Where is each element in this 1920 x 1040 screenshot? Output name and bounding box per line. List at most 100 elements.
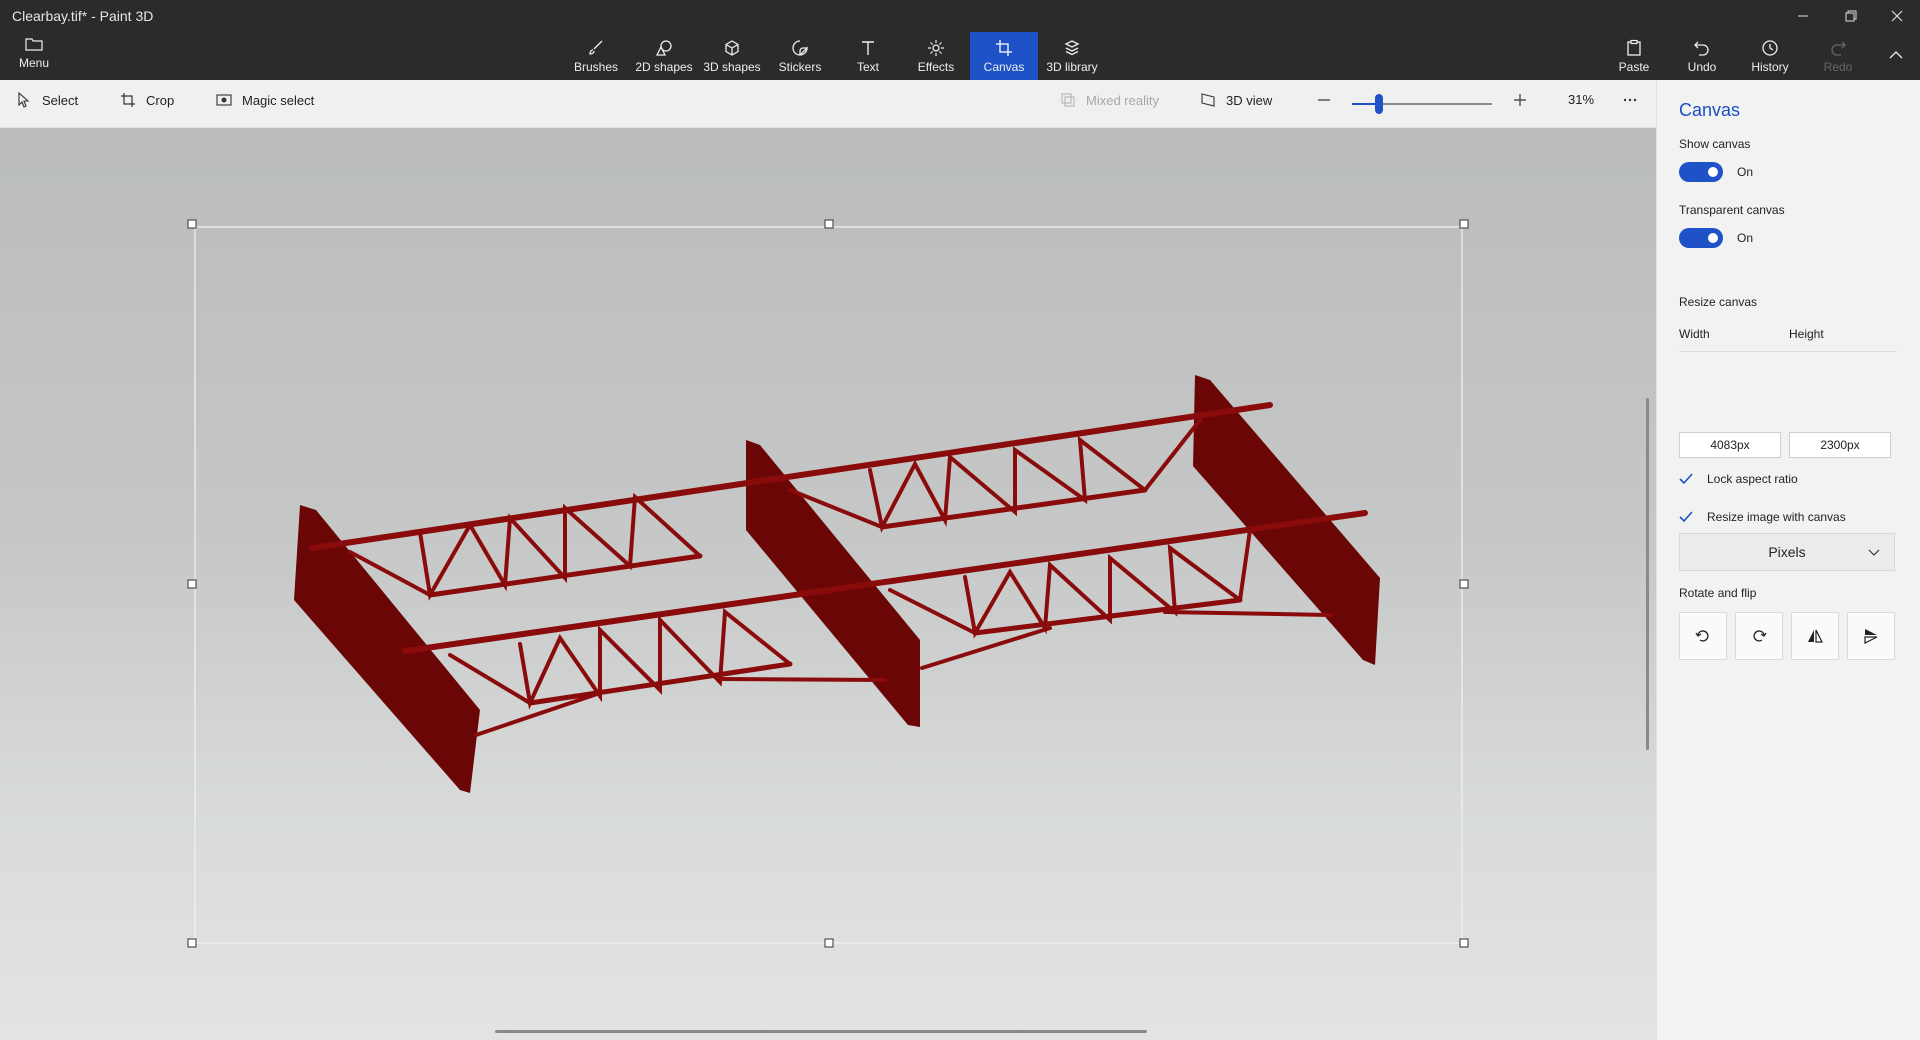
lock-aspect-checkbox[interactable]: Lock aspect ratio (1679, 472, 1798, 486)
flip-vertical-icon (1864, 629, 1878, 644)
canvas-button[interactable]: Canvas (970, 32, 1038, 80)
transparent-canvas-toggle[interactable] (1679, 228, 1723, 248)
vertical-scrollbar[interactable] (1646, 398, 1649, 750)
units-dropdown[interactable]: Pixels (1679, 533, 1895, 571)
resize-image-checkbox[interactable]: Resize image with canvas (1679, 510, 1846, 524)
undo-label: Undo (1687, 59, 1717, 74)
undo-button[interactable]: Undo (1668, 32, 1736, 80)
magic-select-icon (216, 94, 232, 106)
resize-image-label: Resize image with canvas (1707, 510, 1846, 524)
rotate-right-icon (1753, 630, 1767, 642)
ribbon-tools: Brushes 2D shapes 3D shapes Stickers Tex… (562, 32, 1106, 80)
canvas-panel: Canvas Show canvas On Transparent canvas… (1656, 80, 1920, 1040)
transparent-canvas-label: Transparent canvas (1679, 203, 1785, 217)
rotate-left-button[interactable] (1679, 612, 1727, 660)
panel-divider (1679, 351, 1897, 352)
rotate-left-icon (1695, 630, 1709, 642)
plus-icon (1514, 94, 1526, 106)
canvas-surface (187, 219, 1469, 948)
rotate-flip-label: Rotate and flip (1679, 586, 1757, 600)
rotate-right-button[interactable] (1735, 612, 1783, 660)
brushes-label: Brushes (573, 59, 619, 74)
panel-title: Canvas (1679, 100, 1741, 120)
history-button[interactable]: History (1736, 32, 1804, 80)
zoom-slider[interactable] (1352, 94, 1492, 114)
flip-horizontal-button[interactable] (1791, 612, 1839, 660)
menu-button[interactable]: Menu (8, 36, 60, 76)
effects-icon (928, 39, 944, 56)
effects-label: Effects (917, 59, 955, 74)
history-icon (1762, 39, 1778, 56)
zoom-in-button[interactable] (1512, 92, 1538, 108)
effects-button[interactable]: Effects (902, 32, 970, 80)
flip-horizontal-icon (1808, 629, 1823, 643)
text-button[interactable]: Text (834, 32, 902, 80)
crop-icon (121, 93, 135, 107)
minimize-button[interactable] (1780, 0, 1826, 32)
brush-icon (589, 40, 603, 55)
mixed-reality-label: Mixed reality (1086, 92, 1159, 108)
lock-aspect-label: Lock aspect ratio (1707, 472, 1798, 486)
window-title: Clearbay.tif* - Paint 3D (12, 8, 154, 24)
crop-tool[interactable]: Crop (120, 92, 174, 108)
height-input[interactable]: 2300px (1789, 432, 1891, 458)
show-canvas-state: On (1737, 165, 1754, 179)
canvas-toolbar: Select Crop Magic select Mixed reality 3… (0, 80, 1656, 128)
paste-button[interactable]: Paste (1600, 32, 1668, 80)
3d-library-icon (1064, 39, 1080, 55)
2d-shapes-label: 2D shapes (635, 59, 693, 74)
3d-shapes-button[interactable]: 3D shapes (698, 32, 766, 80)
collapse-ribbon-button[interactable] (1872, 32, 1920, 80)
workspace[interactable] (0, 128, 1656, 1040)
resize-canvas-label: Resize canvas (1679, 295, 1758, 309)
chevron-up-icon (1889, 50, 1903, 58)
text-icon (862, 40, 874, 55)
show-canvas-toggle[interactable] (1679, 162, 1723, 182)
mixed-reality-button[interactable]: Mixed reality (1060, 92, 1159, 108)
units-value: Pixels (1768, 544, 1806, 560)
text-label: Text (856, 59, 879, 74)
width-input[interactable]: 4083px (1679, 432, 1781, 458)
close-button[interactable] (1874, 0, 1920, 32)
checkmark-icon (1679, 473, 1693, 485)
3d-view-label: 3D view (1226, 92, 1273, 108)
restore-icon (1845, 10, 1857, 22)
select-label: Select (42, 92, 79, 108)
stickers-button[interactable]: Stickers (766, 32, 834, 80)
redo-label: Redo (1823, 59, 1853, 74)
select-tool[interactable]: Select (16, 92, 78, 108)
redo-icon (1831, 41, 1846, 56)
stickers-label: Stickers (778, 59, 822, 74)
menu-label: Menu (18, 56, 50, 70)
zoom-out-button[interactable] (1316, 92, 1342, 108)
history-label: History (1751, 59, 1789, 74)
undo-icon (1694, 41, 1709, 56)
redo-button[interactable]: Redo (1804, 32, 1872, 80)
restore-button[interactable] (1828, 0, 1874, 32)
3d-shapes-icon (725, 39, 739, 56)
title-bar: Clearbay.tif* - Paint 3D Menu Brushes 2D… (0, 0, 1920, 80)
close-icon (1891, 10, 1903, 22)
more-options-button[interactable] (1622, 92, 1648, 108)
3d-library-label: 3D library (1046, 59, 1098, 74)
canvas-icon (996, 39, 1012, 56)
flip-vertical-button[interactable] (1847, 612, 1895, 660)
zoom-slider-thumb[interactable] (1375, 94, 1383, 114)
transparent-canvas-state: On (1737, 231, 1754, 245)
3d-view-button[interactable]: 3D view (1200, 92, 1272, 108)
minus-icon (1318, 99, 1330, 101)
ribbon-actions: Paste Undo History Redo (1600, 32, 1920, 80)
truss-model-image (294, 375, 1380, 793)
brushes-button[interactable]: Brushes (562, 32, 630, 80)
3d-library-button[interactable]: 3D library (1038, 32, 1106, 80)
magic-select-label: Magic select (242, 92, 315, 108)
magic-select-tool[interactable]: Magic select (216, 92, 314, 108)
horizontal-scrollbar[interactable] (495, 1030, 1147, 1033)
cursor-icon (18, 92, 30, 108)
2d-shapes-icon (655, 39, 672, 56)
2d-shapes-button[interactable]: 2D shapes (630, 32, 698, 80)
minimize-icon (1798, 15, 1808, 17)
width-label: Width (1679, 327, 1710, 341)
height-label: Height (1789, 327, 1824, 341)
paste-label: Paste (1618, 59, 1650, 74)
